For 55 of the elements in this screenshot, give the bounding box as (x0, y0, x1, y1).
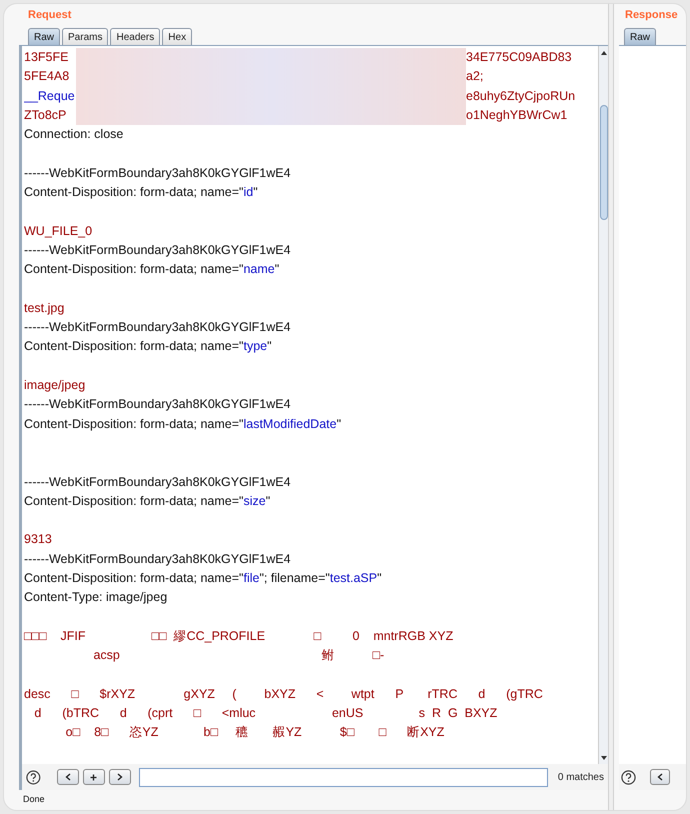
text-line: 34E775C09ABD83 (466, 49, 572, 66)
tab[interactable]: Raw (28, 28, 60, 45)
text-line: 9313 (24, 531, 52, 548)
text-line: desc □ $rXYZ gXYZ ( bXYZ < wtpt P rTRC d (gTRC (24, 686, 543, 703)
status-text: Done (22, 793, 45, 806)
scroll-up-icon[interactable] (600, 49, 608, 57)
previous-button[interactable] (56, 769, 79, 785)
previous-icon (657, 773, 663, 781)
next-icon (116, 773, 123, 781)
text-line: d (bTRC d (cprt □ <mluc enUS s R G BXYZ (33, 705, 498, 722)
text-line: o1NeghYBWrCw1 (466, 106, 568, 124)
scroll-down-icon[interactable] (600, 754, 608, 762)
text-line: ------WebKitFormBoundary3ah8K0kGYGlF1wE4 (24, 396, 291, 414)
text-line: Content-Disposition: form-data; name="lastModifiedDate" (24, 416, 342, 433)
help-icon[interactable] (621, 770, 636, 784)
previous-icon (64, 773, 71, 781)
text-line: test.jpg (24, 300, 64, 317)
panel-title: Request (27, 8, 72, 23)
text-line: ------WebKitFormBoundary3ah8K0kGYGlF1wE4 (24, 474, 291, 491)
text-line: Content-Type: image/jpeg (24, 589, 168, 606)
text-line: Content-Disposition: form-data; name="type" (24, 338, 272, 356)
text-line: ------WebKitFormBoundary3ah8K0kGYGlF1wE4 (24, 242, 291, 259)
match-count: 0 matches (558, 770, 604, 784)
tab[interactable]: Hex (162, 28, 192, 45)
text-line: e8uhy6ZtyCjpoRUn (466, 88, 576, 105)
text-line: acsp 鲋 □- (92, 647, 384, 664)
text-line: □□□ JFIF □□ 繆CC_PROFILE □ 0 mntrRGB XYZ (24, 628, 454, 645)
panel-title: Response (624, 8, 678, 23)
text-line: ------WebKitFormBoundary3ah8K0kGYGlF1wE4 (24, 550, 291, 568)
text-line: 13F5FE (24, 49, 70, 66)
text-line: ------WebKitFormBoundary3ah8K0kGYGlF1wE4 (24, 319, 291, 336)
text-line: WU_FILE_0 (24, 222, 92, 240)
search-field[interactable] (138, 768, 548, 786)
text-line: a2; (466, 68, 484, 86)
text-line: 5FE4A8 (24, 68, 70, 86)
text-line: __Reque (24, 88, 76, 105)
text-line: ZTo8cP (24, 106, 68, 124)
text-line: o□ 8□ 恣YZ b□ 穮 赮YZ $□ □ 断XYZ (64, 724, 444, 742)
previous-button[interactable] (650, 769, 670, 785)
plus-icon (90, 774, 98, 780)
tab[interactable]: Headers (110, 28, 160, 45)
text-line: Connection: close (24, 126, 124, 144)
text-line: Content-Disposition: form-data; name="id" (24, 184, 258, 202)
text-line: Content-Disposition: form-data; name="file"; filename="test.aSP" (24, 570, 382, 588)
text-line: image/jpeg (24, 377, 86, 394)
add-button[interactable] (82, 769, 105, 785)
text-line: Content-Disposition: form-data; name="name" (24, 261, 280, 278)
tab[interactable]: Params (62, 28, 108, 45)
scroll-thumb[interactable] (600, 105, 608, 220)
text-line: ------WebKitFormBoundary3ah8K0kGYGlF1wE4 (24, 164, 291, 182)
help-icon[interactable] (26, 770, 41, 784)
scrollbar[interactable] (598, 46, 608, 764)
text-line: Content-Disposition: form-data; name="size" (24, 492, 270, 510)
tab[interactable]: Raw (624, 28, 656, 45)
next-button[interactable] (108, 769, 131, 785)
